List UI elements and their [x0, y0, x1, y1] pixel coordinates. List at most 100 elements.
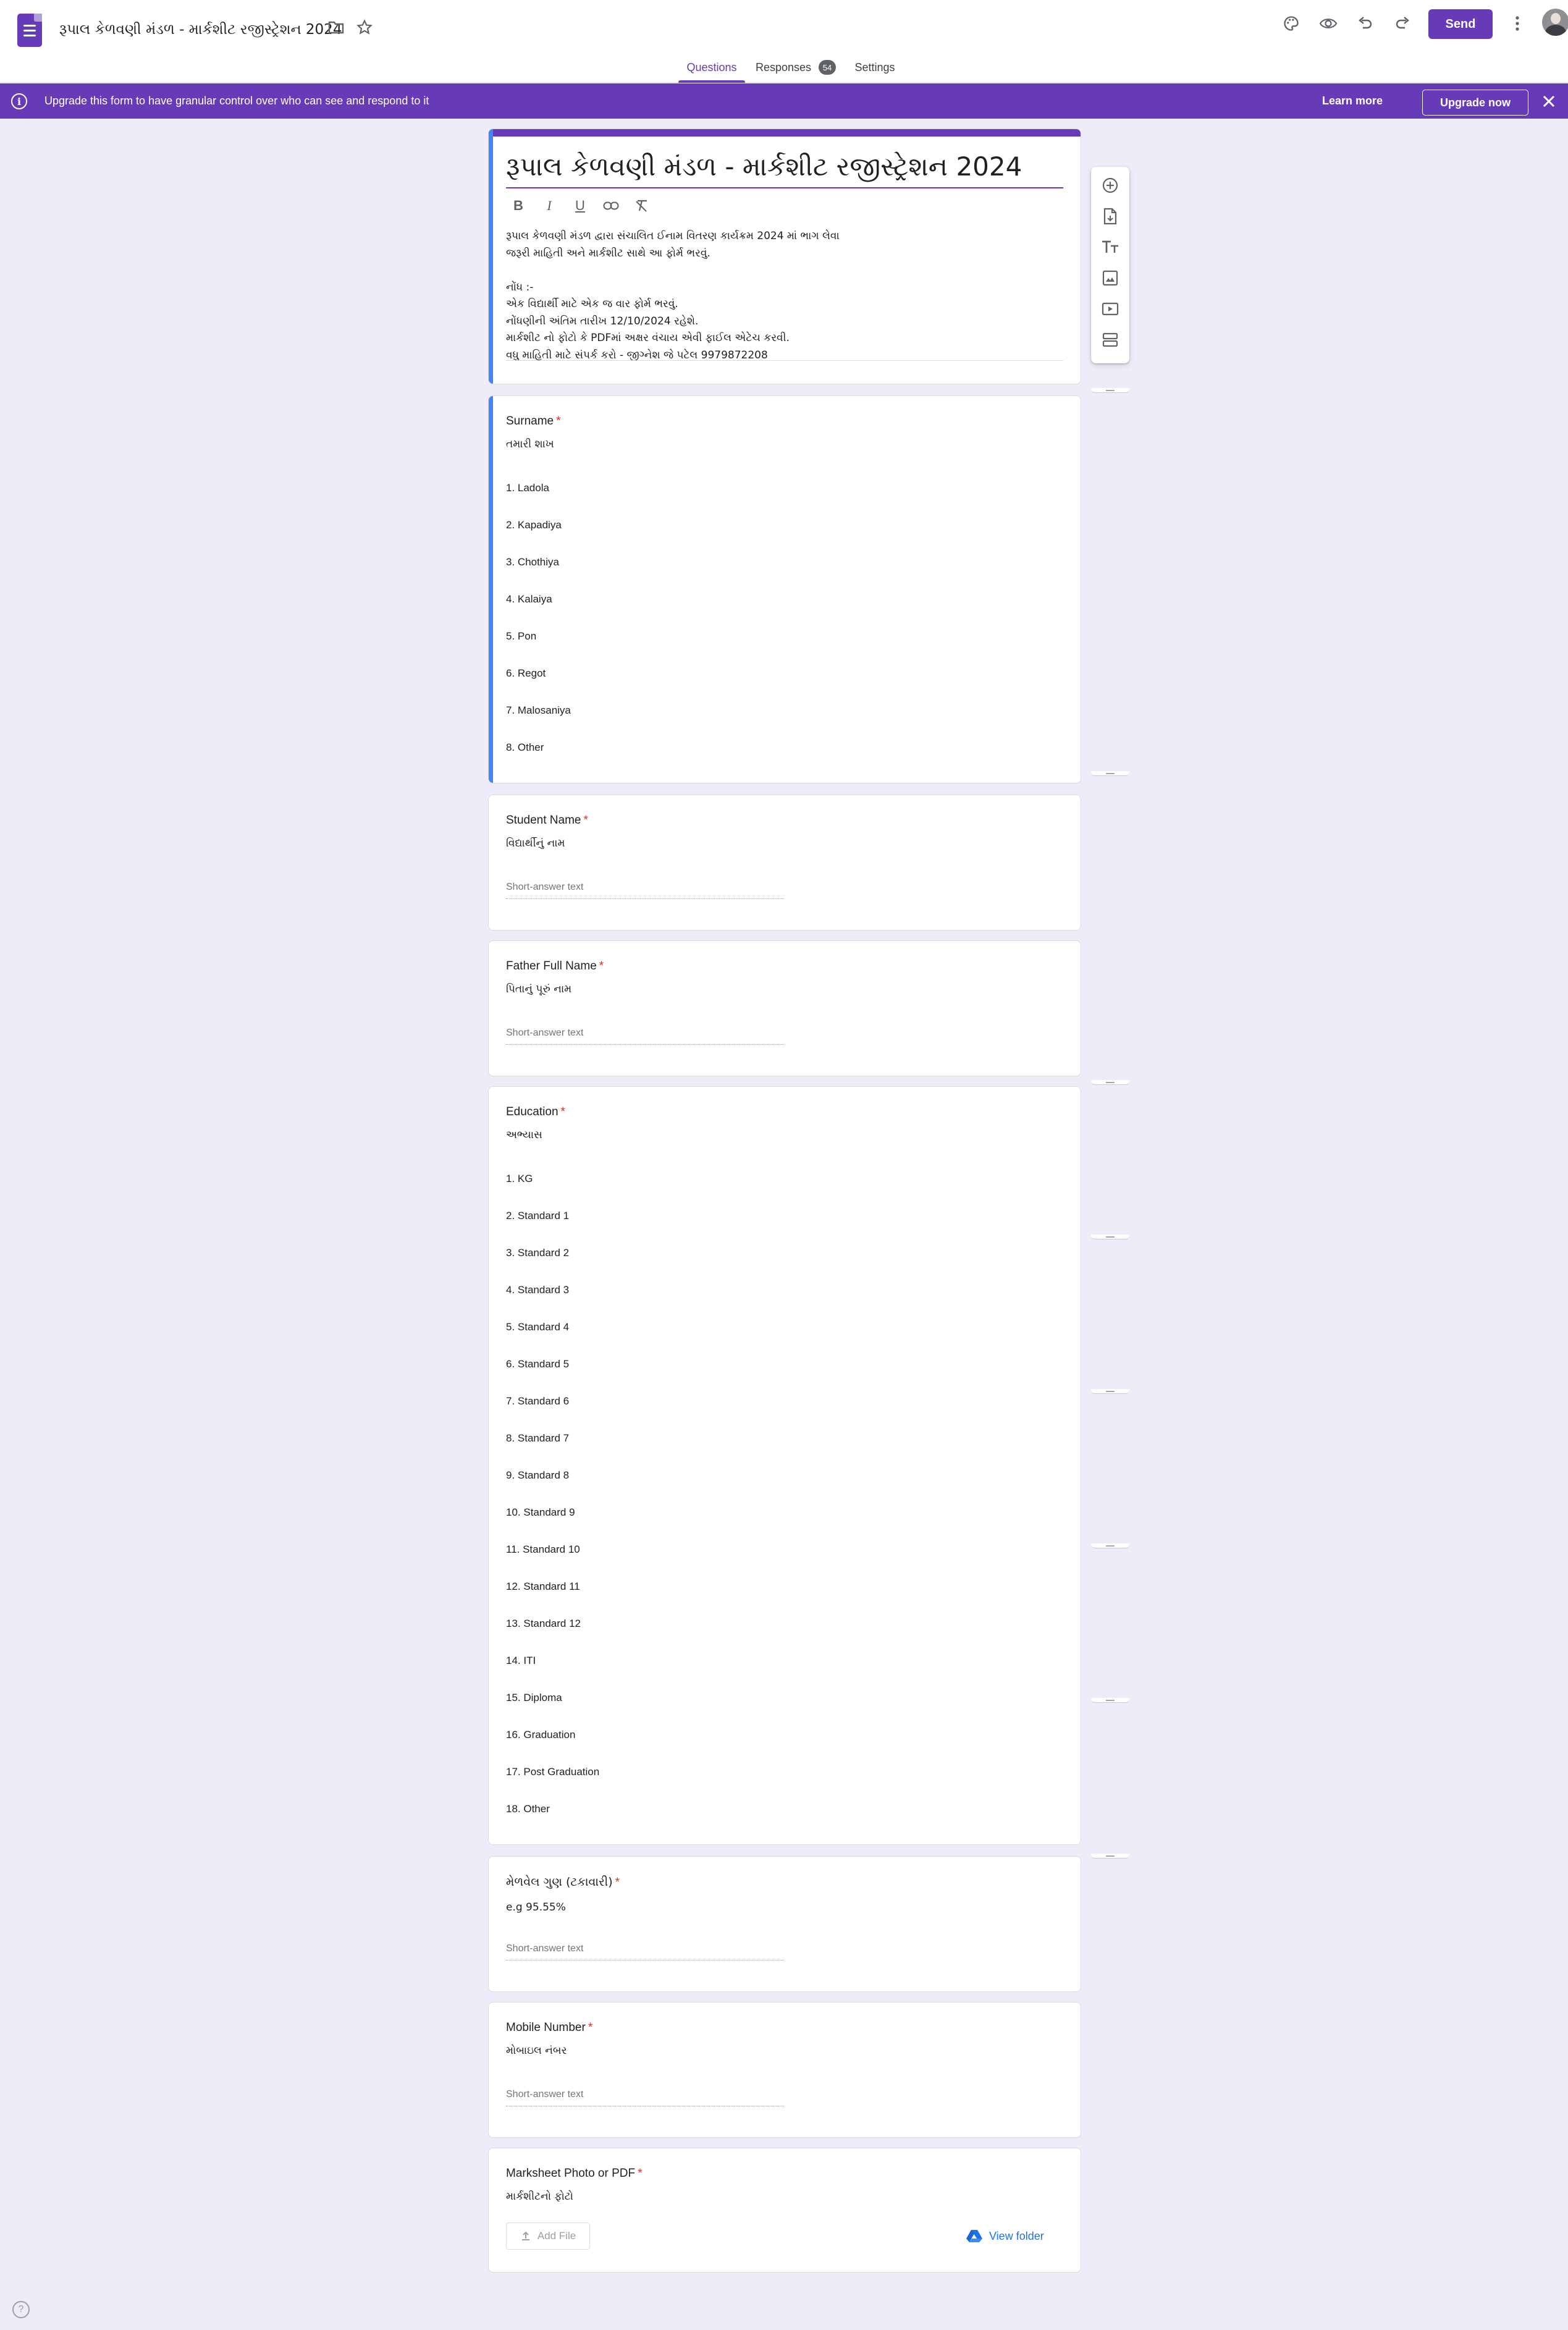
- short-answer-field: Short-answer text: [506, 879, 784, 899]
- question-description: મોબાઇલ નંબર: [506, 2045, 567, 2057]
- question-description: તમારી શાખ: [506, 438, 554, 450]
- list-item: 7. Standard 6: [506, 1395, 570, 1407]
- import-questions-icon[interactable]: [1095, 201, 1125, 231]
- form-description[interactable]: રૂપાલ કેળવણી મંડળ દ્વારા સંચાલિત ઈનામ વિ…: [506, 228, 1063, 364]
- list-item: 4. Kalaiya: [506, 593, 552, 605]
- list-item: 10. Standard 9: [506, 1506, 575, 1518]
- add-title-text-icon[interactable]: [1095, 232, 1125, 262]
- top-header: રૂપાલ કેળવણી મંડળ - માર્કશીટ રજીસ્ટ્રેશન…: [0, 0, 1568, 83]
- send-button[interactable]: Send: [1428, 9, 1493, 39]
- list-item: 2. Kapadiya: [506, 519, 562, 531]
- question-description: પિતાનું પૂરું નામ: [506, 983, 572, 995]
- question-title-text: મેળવેલ ગુણ (ટકાવારી): [506, 1875, 613, 1889]
- drive-icon: [966, 2230, 982, 2242]
- question-card-father-name[interactable]: Father Full Name * પિતાનું પૂરું નામ Shor…: [488, 940, 1081, 1076]
- document-title[interactable]: રૂપાલ કેળવણી મંડળ - માર્કશીટ રજીસ્ટ્રેશન…: [59, 17, 342, 42]
- italic-icon[interactable]: I: [537, 193, 562, 218]
- question-title: Surname *: [506, 415, 561, 428]
- question-title: Education *: [506, 1105, 565, 1119]
- question-card-surname[interactable]: Surname * તમારી શાખ 1. Ladola 2. Kapadiya…: [488, 395, 1081, 783]
- add-image-icon[interactable]: [1095, 263, 1125, 293]
- required-asterisk: *: [560, 1105, 565, 1118]
- palette-icon[interactable]: [1276, 9, 1306, 38]
- short-answer-field: Short-answer text: [506, 1025, 784, 1045]
- tab-responses[interactable]: Responses 54: [752, 52, 839, 83]
- question-title-text: Student Name: [506, 814, 581, 827]
- list-item: 6. Regot: [506, 667, 546, 679]
- bold-icon[interactable]: B: [506, 193, 531, 218]
- link-icon[interactable]: [599, 193, 623, 218]
- list-item: 7. Malosaniya: [506, 704, 571, 716]
- underline-icon[interactable]: U: [568, 193, 592, 218]
- required-asterisk: *: [556, 415, 561, 428]
- tab-questions[interactable]: Questions: [678, 52, 745, 83]
- question-card-mobile-number[interactable]: Mobile Number * મોબાઇલ નંબર Short-answer …: [488, 2002, 1081, 2138]
- question-title-text: Education: [506, 1105, 558, 1118]
- undo-icon[interactable]: [1351, 9, 1380, 38]
- required-asterisk: *: [638, 2167, 643, 2180]
- question-card-student-name[interactable]: Student Name * વિદ્યાર્થીનું નામ Short-an…: [488, 795, 1081, 931]
- question-title-text: Father Full Name: [506, 960, 597, 973]
- option-list: 1. KG 2. Standard 1 3. Standard 2 4. Sta…: [506, 1171, 599, 1838]
- description-line: [506, 262, 1063, 279]
- question-description: e.g 95.55%: [506, 1901, 566, 1914]
- upgrade-banner: i Upgrade this form to have granular con…: [0, 83, 1568, 119]
- tab-settings[interactable]: Settings: [849, 52, 901, 83]
- drag-handle-tab: [1091, 388, 1129, 393]
- active-tab-indicator: [678, 80, 745, 83]
- short-answer-field: Short-answer text: [506, 1941, 784, 1961]
- add-file-button[interactable]: Add File: [506, 2222, 590, 2250]
- question-card-marksheet-upload[interactable]: Marksheet Photo or PDF * માર્કશીટનો ફોટો …: [488, 2148, 1081, 2273]
- account-avatar[interactable]: [1542, 9, 1568, 36]
- redo-icon[interactable]: [1388, 9, 1417, 38]
- selected-indicator: [489, 129, 493, 384]
- tab-questions-label: Questions: [686, 61, 737, 74]
- question-description: અભ્યાસ: [506, 1129, 542, 1141]
- list-item: 15. Diploma: [506, 1692, 562, 1703]
- list-item: 5. Pon: [506, 630, 537, 642]
- forms-logo-icon[interactable]: [17, 14, 42, 47]
- more-options-icon[interactable]: [1503, 9, 1532, 38]
- description-line: જરૂરી માહિતી અને માર્કશીટ સાથે આ ફોર્મ ભ…: [506, 247, 710, 260]
- upload-icon: [521, 2231, 529, 2240]
- form-title-card[interactable]: રૂપાલ કેળવણી મંડળ - માર્કશીટ રજીસ્ટ્રેશન…: [488, 129, 1081, 384]
- drag-handle-tab: [1091, 1854, 1129, 1859]
- description-line: માર્કશીટ નો ફોટો કે PDFમાં અક્ષર વંચાય એ…: [506, 332, 790, 344]
- description-line: નોંધણીની અંતિમ તારીખ 12/10/2024 રહેશે.: [506, 314, 699, 327]
- list-item: 9. Standard 8: [506, 1469, 570, 1481]
- question-title: Student Name *: [506, 814, 588, 827]
- add-section-icon[interactable]: [1095, 325, 1125, 355]
- info-icon: i: [11, 93, 27, 109]
- close-icon[interactable]: [1536, 88, 1562, 114]
- drag-handle-tab: [1091, 1698, 1129, 1703]
- description-line: નોંધ :-: [506, 281, 534, 293]
- tab-settings-label: Settings: [854, 61, 895, 74]
- clear-formatting-icon[interactable]: [630, 193, 654, 218]
- short-answer-field: Short-answer text: [506, 2087, 784, 2106]
- learn-more-link[interactable]: Learn more: [1322, 83, 1383, 119]
- question-card-education[interactable]: Education * અભ્યાસ 1. KG 2. Standard 1 3.…: [488, 1086, 1081, 1845]
- upgrade-now-button[interactable]: Upgrade now: [1422, 90, 1528, 116]
- list-item: 16. Graduation: [506, 1729, 576, 1741]
- preview-eye-icon[interactable]: [1313, 9, 1343, 38]
- list-item: 12. Standard 11: [506, 1581, 580, 1592]
- question-description: માર્કશીટનો ફોટો: [506, 2190, 573, 2203]
- star-icon[interactable]: [350, 12, 379, 42]
- folder-icon[interactable]: [321, 12, 351, 42]
- title-card-accent: [489, 129, 1081, 137]
- help-icon[interactable]: ?: [12, 2301, 30, 2318]
- list-item: 3. Chothiya: [506, 556, 559, 568]
- formatting-toolbar: B I U: [506, 192, 654, 219]
- view-folder-link[interactable]: View folder: [966, 2222, 1044, 2250]
- question-title-text: Mobile Number: [506, 2021, 586, 2034]
- question-card-percentage[interactable]: મેળવેલ ગુણ (ટકાવારી) * e.g 95.55% Short-a…: [488, 1856, 1081, 1992]
- banner-message: Upgrade this form to have granular contr…: [44, 95, 429, 107]
- drag-handle-tab: [1091, 771, 1129, 776]
- responses-count-badge: 54: [819, 60, 837, 75]
- form-title-input[interactable]: રૂપાલ કેળવણી મંડળ - માર્કશીટ રજીસ્ટ્રેશન…: [506, 145, 1063, 188]
- question-title-text: Marksheet Photo or PDF: [506, 2167, 636, 2180]
- question-title: મેળવેલ ગુણ (ટકાવારી) *: [506, 1875, 620, 1889]
- list-item: 8. Other: [506, 741, 544, 753]
- add-question-icon[interactable]: [1095, 171, 1125, 200]
- add-video-icon[interactable]: [1095, 294, 1125, 324]
